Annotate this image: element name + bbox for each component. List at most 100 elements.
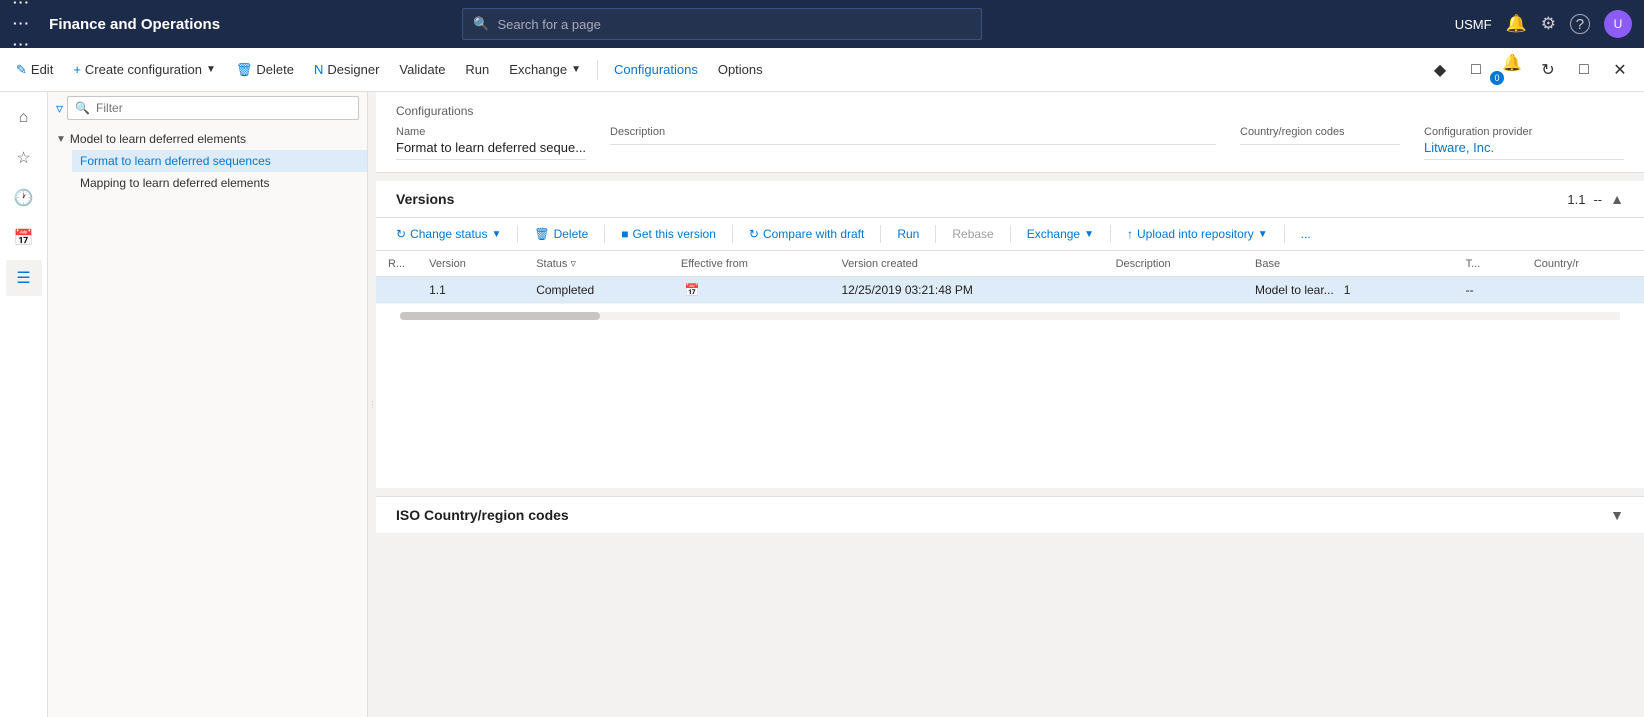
base-num-link[interactable]: 1	[1344, 283, 1351, 297]
exchange-chevron-icon: ▼	[571, 64, 581, 75]
help-icon[interactable]: ?	[1570, 14, 1590, 34]
versions-exchange-btn[interactable]: Exchange ▼	[1019, 224, 1102, 244]
main-content: Configurations Name Format to learn defe…	[376, 92, 1644, 717]
configurations-button[interactable]: Configurations	[606, 58, 706, 81]
cell-effective-from[interactable]: 📅	[669, 277, 830, 304]
tree-panel: ▿ 🔍 ▼ Model to learn deferred elements F…	[48, 92, 368, 717]
base-link[interactable]: Model to lear...	[1255, 283, 1334, 297]
cell-description	[1104, 277, 1243, 304]
designer-button[interactable]: N Designer	[306, 58, 387, 81]
version-number: 1.1	[1567, 192, 1585, 207]
resize-handle[interactable]: ⋮	[368, 92, 376, 717]
exchange-button[interactable]: Exchange ▼	[501, 58, 589, 81]
exchange-chevron-versions-icon: ▼	[1084, 229, 1094, 240]
col-base: Base	[1243, 251, 1454, 277]
cell-t: --	[1454, 277, 1522, 304]
run-button[interactable]: Run	[457, 58, 497, 81]
top-nav-right: USMF 🔔 ⚙ ? U	[1455, 10, 1632, 38]
change-status-icon: ↻	[396, 227, 406, 241]
config-header: Configurations Name Format to learn defe…	[376, 92, 1644, 173]
more-btn[interactable]: ...	[1293, 224, 1319, 244]
sidebar-list-icon[interactable]: ☰	[6, 260, 42, 296]
scroll-track[interactable]	[400, 312, 1620, 320]
sidebar-clock-icon[interactable]: 🕐	[6, 180, 42, 216]
config-name-label: Name	[396, 126, 586, 138]
office-icon[interactable]: □	[1460, 54, 1492, 86]
get-version-icon: ■	[621, 227, 628, 241]
edit-icon: ✎	[16, 62, 27, 78]
notification-badge: 0	[1490, 71, 1504, 85]
filter-icon-btn[interactable]: ▿	[56, 100, 63, 117]
versions-toolbar: ↻ Change status ▼ 🗑 Delete ■ Get this ve…	[376, 218, 1644, 251]
versions-title: Versions	[396, 191, 454, 207]
search-filter-icon: 🔍	[75, 101, 90, 115]
cell-version-created: 12/25/2019 03:21:48 PM	[829, 277, 1103, 304]
vt-sep-5	[935, 225, 936, 243]
designer-icon: N	[314, 62, 323, 77]
vt-sep-1	[517, 225, 518, 243]
tree-child-item-1[interactable]: Mapping to learn deferred elements	[72, 172, 367, 194]
versions-collapse-btn[interactable]: ▲	[1610, 191, 1624, 207]
col-status[interactable]: Status ▿	[524, 251, 669, 277]
search-bar[interactable]: 🔍	[462, 8, 982, 40]
filter-area: ▿ 🔍	[48, 92, 367, 124]
calendar-icon[interactable]: 📅	[685, 283, 700, 297]
vt-sep-4	[880, 225, 881, 243]
compare-icon: ↻	[749, 227, 759, 241]
version-dash: --	[1593, 192, 1602, 207]
search-input[interactable]	[497, 17, 971, 32]
versions-header: Versions 1.1 -- ▲	[376, 181, 1644, 218]
cell-status: Completed	[524, 277, 669, 304]
change-status-btn[interactable]: ↻ Change status ▼	[388, 224, 509, 244]
scroll-thumb[interactable]	[400, 312, 600, 320]
maximize-icon[interactable]: □	[1568, 54, 1600, 86]
config-provider-label: Configuration provider	[1424, 126, 1624, 138]
config-fields: Name Format to learn deferred seque... D…	[396, 126, 1624, 160]
versions-table: R... Version Status ▿ Effective from Ver…	[376, 251, 1644, 304]
options-button[interactable]: Options	[710, 58, 771, 81]
plus-icon: +	[73, 62, 81, 77]
cell-version: 1.1	[417, 277, 524, 304]
get-version-btn[interactable]: ■ Get this version	[613, 224, 724, 244]
create-config-button[interactable]: + Create configuration ▼	[65, 58, 224, 81]
config-country-label: Country/region codes	[1240, 126, 1400, 138]
sidebar-star-icon[interactable]: ☆	[6, 140, 42, 176]
iso-expand-btn[interactable]: ▼	[1610, 507, 1624, 523]
validate-button[interactable]: Validate	[391, 58, 453, 81]
compare-btn[interactable]: ↻ Compare with draft	[741, 224, 872, 244]
change-status-chevron-icon: ▼	[491, 229, 501, 240]
refresh-icon[interactable]: ↻	[1532, 54, 1564, 86]
toolbar-right-icons: ◆ □ 🔔 0 ↻ □ ✕	[1424, 47, 1636, 93]
config-provider-value[interactable]: Litware, Inc.	[1424, 140, 1624, 160]
toolbar-separator-1	[597, 60, 598, 80]
config-provider-field: Configuration provider Litware, Inc.	[1424, 126, 1624, 160]
rebase-btn[interactable]: Rebase	[944, 224, 1001, 244]
app-title: Finance and Operations	[49, 16, 220, 33]
cell-base: Model to lear... 1	[1243, 277, 1454, 304]
avatar[interactable]: U	[1604, 10, 1632, 38]
sidebar-home-icon[interactable]: ⌂	[6, 100, 42, 136]
delete-button[interactable]: 🗑 Delete	[228, 58, 302, 82]
bell-icon[interactable]: 🔔	[1506, 14, 1527, 34]
gear-icon[interactable]: ⚙	[1541, 14, 1556, 34]
tree-filter-input[interactable]	[67, 96, 359, 120]
close-icon[interactable]: ✕	[1604, 54, 1636, 86]
user-label: USMF	[1455, 17, 1492, 32]
tree-parent-item[interactable]: ▼ Model to learn deferred elements	[48, 128, 367, 150]
col-country: Country/r	[1522, 251, 1644, 277]
upload-chevron-icon: ▼	[1258, 229, 1268, 240]
diamond-icon[interactable]: ◆	[1424, 54, 1456, 86]
col-effective-from: Effective from	[669, 251, 830, 277]
trash-icon: 🗑	[236, 62, 253, 78]
main-layout: ⌂ ☆ 🕐 📅 ☰ ▿ 🔍 ▼ Model to learn deferred …	[0, 92, 1644, 717]
col-version[interactable]: Version	[417, 251, 524, 277]
tree-child-item-0[interactable]: Format to learn deferred sequences	[72, 150, 367, 172]
sidebar-calendar-icon[interactable]: 📅	[6, 220, 42, 256]
edit-button[interactable]: ✎ Edit	[8, 58, 61, 82]
col-r: R...	[376, 251, 417, 277]
upload-btn[interactable]: ↑ Upload into repository ▼	[1119, 224, 1276, 244]
table-row[interactable]: 1.1 Completed 📅 12/25/2019 03:21:48 PM M…	[376, 277, 1644, 304]
versions-run-btn[interactable]: Run	[889, 224, 927, 244]
waffle-icon[interactable]: ⋅⋅⋅⋅⋅⋅⋅⋅⋅	[12, 0, 29, 56]
versions-delete-btn[interactable]: 🗑 Delete	[526, 224, 596, 244]
